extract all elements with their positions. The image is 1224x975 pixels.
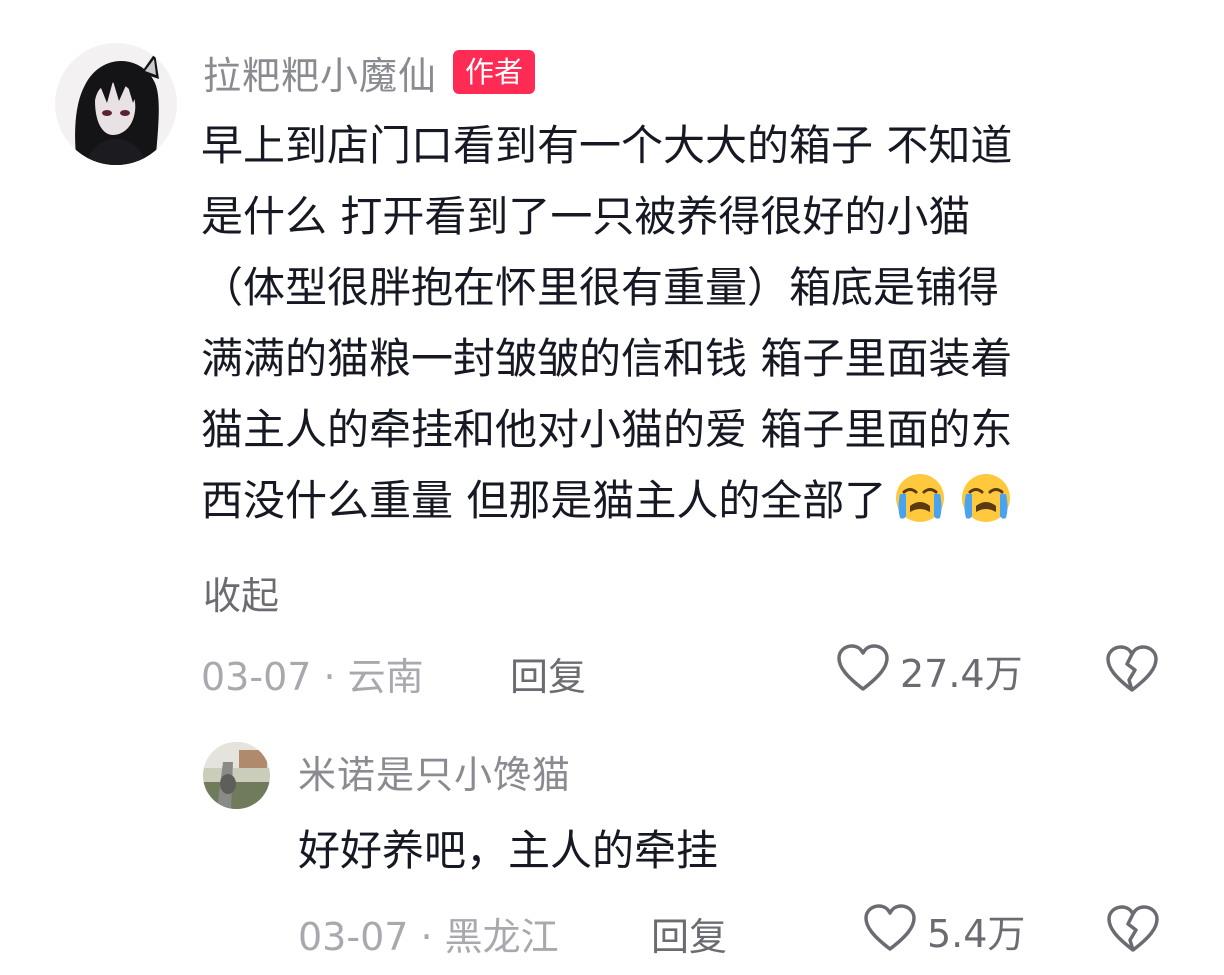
date-location: 03-07 · 云南 (201, 655, 424, 699)
like-count: 5.4万 (927, 911, 1026, 956)
username[interactable]: 米诺是只小馋猫 (298, 744, 571, 799)
comment-body: 早上到店门口看到有一个大大的箱子 不知道 是什么 打开看到了一只被养得很好的小猫… (201, 121, 1013, 525)
reply-header: 米诺是只小馋猫 (298, 744, 571, 798)
comment-text: 早上到店门口看到有一个大大的箱子 不知道 是什么 打开看到了一只被养得很好的小猫… (201, 110, 1181, 545)
reply-button[interactable]: 回复 (651, 906, 727, 961)
reply-button[interactable]: 回复 (510, 646, 586, 701)
reply-item: 米诺是只小馋猫 好好养吧，主人的牵挂 03-07 · 黑龙江 回复 5.4万 (0, 720, 1224, 975)
comment-item: 拉粑粑小魔仙 作者 早上到店门口看到有一个大大的箱子 不知道 是什么 打开看到了… (0, 0, 1224, 720)
crying-face-icon (954, 472, 1018, 545)
comment-header: 拉粑粑小魔仙 作者 (203, 45, 536, 100)
crying-face-icon (888, 472, 952, 545)
reply-text: 好好养吧，主人的牵挂 (298, 826, 719, 875)
reply-meta: 03-07 · 黑龙江 回复 5.4万 (0, 900, 1224, 960)
broken-heart-icon[interactable] (1105, 644, 1159, 698)
broken-heart-icon[interactable] (1106, 904, 1160, 958)
like-button[interactable]: 5.4万 (863, 900, 1025, 960)
date-location: 03-07 · 黑龙江 (298, 915, 559, 959)
heart-icon (836, 643, 890, 697)
reply-avatar[interactable] (203, 742, 270, 809)
username[interactable]: 拉粑粑小魔仙 (203, 45, 437, 100)
comment-meta: 03-07 · 云南 回复 27.4万 (0, 640, 1224, 700)
author-avatar[interactable] (55, 43, 177, 165)
author-badge: 作者 (453, 50, 536, 94)
collapse-link[interactable]: 收起 (203, 565, 279, 620)
like-button[interactable]: 27.4万 (836, 640, 1023, 700)
heart-icon (863, 903, 917, 957)
like-count: 27.4万 (900, 651, 1023, 696)
